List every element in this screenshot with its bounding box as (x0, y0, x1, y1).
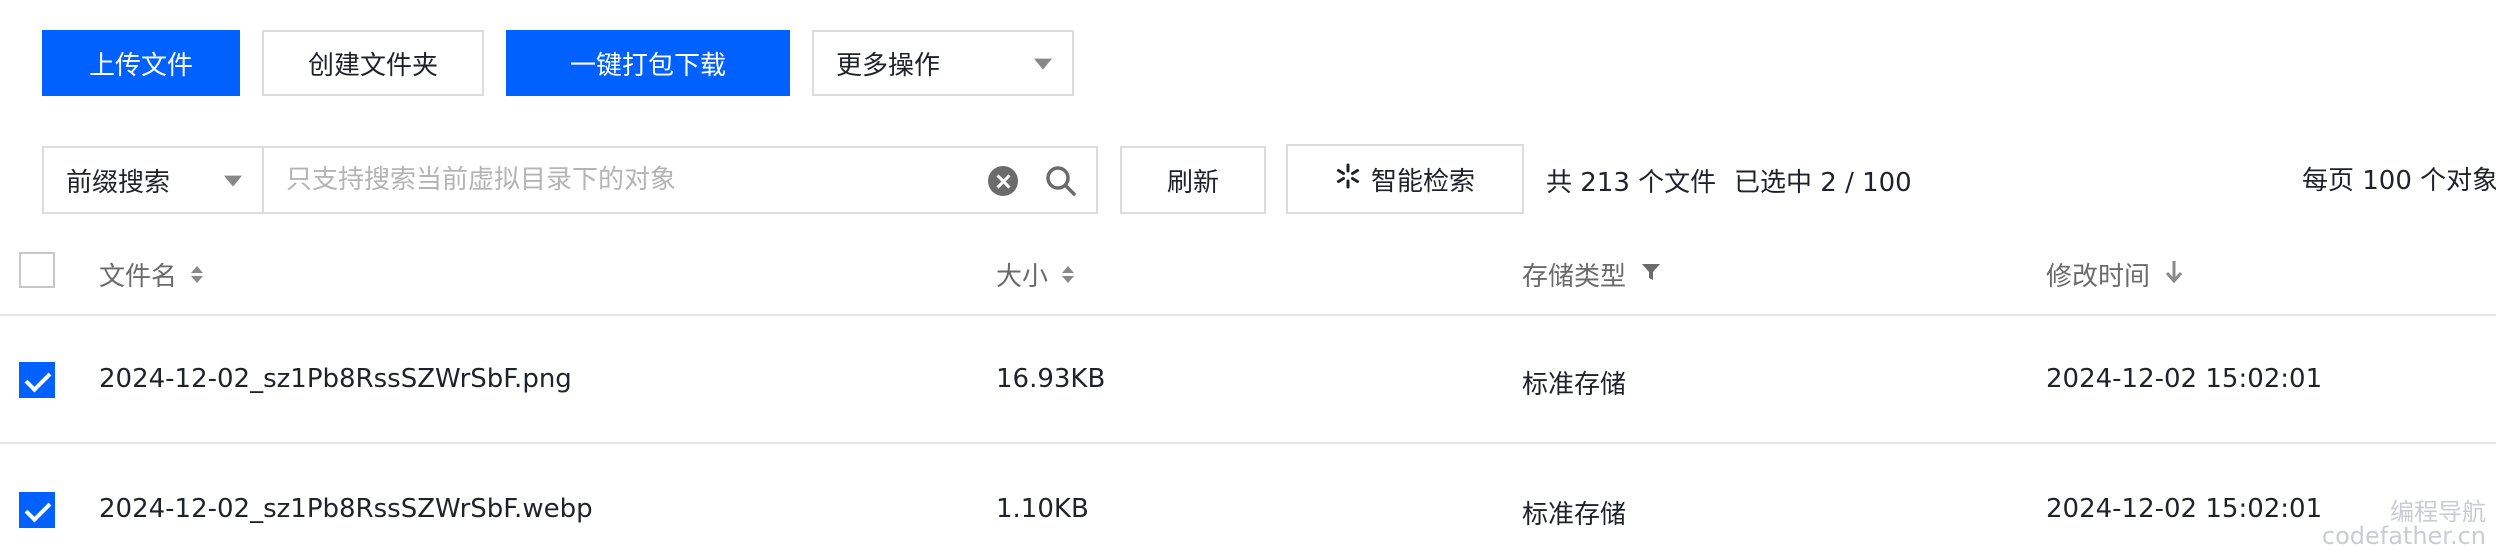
modified-time: 2024-12-02 15:02:01 (2046, 494, 2323, 524)
file-name[interactable]: 2024-12-02_sz1Pb8RssSZWrSbF.png (99, 364, 572, 394)
sort-icon[interactable] (191, 266, 204, 283)
row-checkbox[interactable] (19, 362, 55, 398)
selected-count: 已选中 2 / 100 (1734, 168, 1912, 198)
file-name[interactable]: 2024-12-02_sz1Pb8RssSZWrSbF.webp (99, 494, 593, 524)
column-header-storage-type[interactable]: 存储类型 (1522, 256, 1662, 293)
create-folder-button[interactable]: 创建文件夹 (262, 30, 484, 96)
select-all-checkbox[interactable] (19, 252, 55, 288)
search-icon[interactable] (1044, 164, 1078, 202)
upload-file-button[interactable]: 上传文件 (42, 30, 240, 96)
search-bar: 前缀搜索 (42, 146, 1098, 214)
column-header-label: 修改时间 (2046, 262, 2151, 292)
more-actions-label: 更多操作 (836, 50, 941, 81)
sort-icon[interactable] (1062, 266, 1075, 283)
search-mode-label: 前缀搜索 (66, 167, 171, 198)
storage-type: 标准存储 (1522, 500, 1627, 530)
header-divider (0, 314, 2496, 316)
search-input[interactable] (264, 148, 1096, 212)
column-header-label: 大小 (996, 262, 1049, 292)
total-count: 共 213 个文件 (1546, 168, 1717, 198)
search-mode-dropdown[interactable]: 前缀搜索 (44, 148, 264, 212)
modified-time: 2024-12-02 15:02:01 (2046, 364, 2323, 394)
refresh-button[interactable]: 刷新 (1120, 146, 1266, 214)
chevron-down-icon (224, 175, 242, 187)
row-divider (0, 442, 2496, 444)
storage-type: 标准存储 (1522, 370, 1627, 400)
column-header-label: 文件名 (99, 262, 178, 292)
file-size: 1.10KB (996, 494, 1089, 524)
column-header-label: 存储类型 (1522, 262, 1627, 292)
watermark-url: codefather.cn (2321, 522, 2486, 550)
arrow-down-icon[interactable] (2164, 258, 2184, 291)
pack-download-button[interactable]: 一键打包下载 (506, 30, 790, 96)
column-header-filename[interactable]: 文件名 (99, 256, 204, 293)
row-checkbox[interactable] (19, 492, 55, 528)
chevron-down-icon (1034, 58, 1052, 70)
smart-search-button[interactable]: 智能检索 (1286, 144, 1524, 214)
column-header-size[interactable]: 大小 (996, 256, 1075, 293)
smart-search-label: 智能检索 (1370, 166, 1475, 197)
filter-icon[interactable] (1640, 260, 1662, 290)
column-header-modified-time[interactable]: 修改时间 (2046, 256, 2184, 293)
page-size-label: 每页 100 个对象 (2302, 166, 2496, 196)
clear-icon[interactable] (988, 166, 1018, 196)
more-actions-dropdown[interactable]: 更多操作 (812, 30, 1074, 96)
sparkle-icon (1335, 163, 1361, 196)
file-size: 16.93KB (996, 364, 1106, 394)
